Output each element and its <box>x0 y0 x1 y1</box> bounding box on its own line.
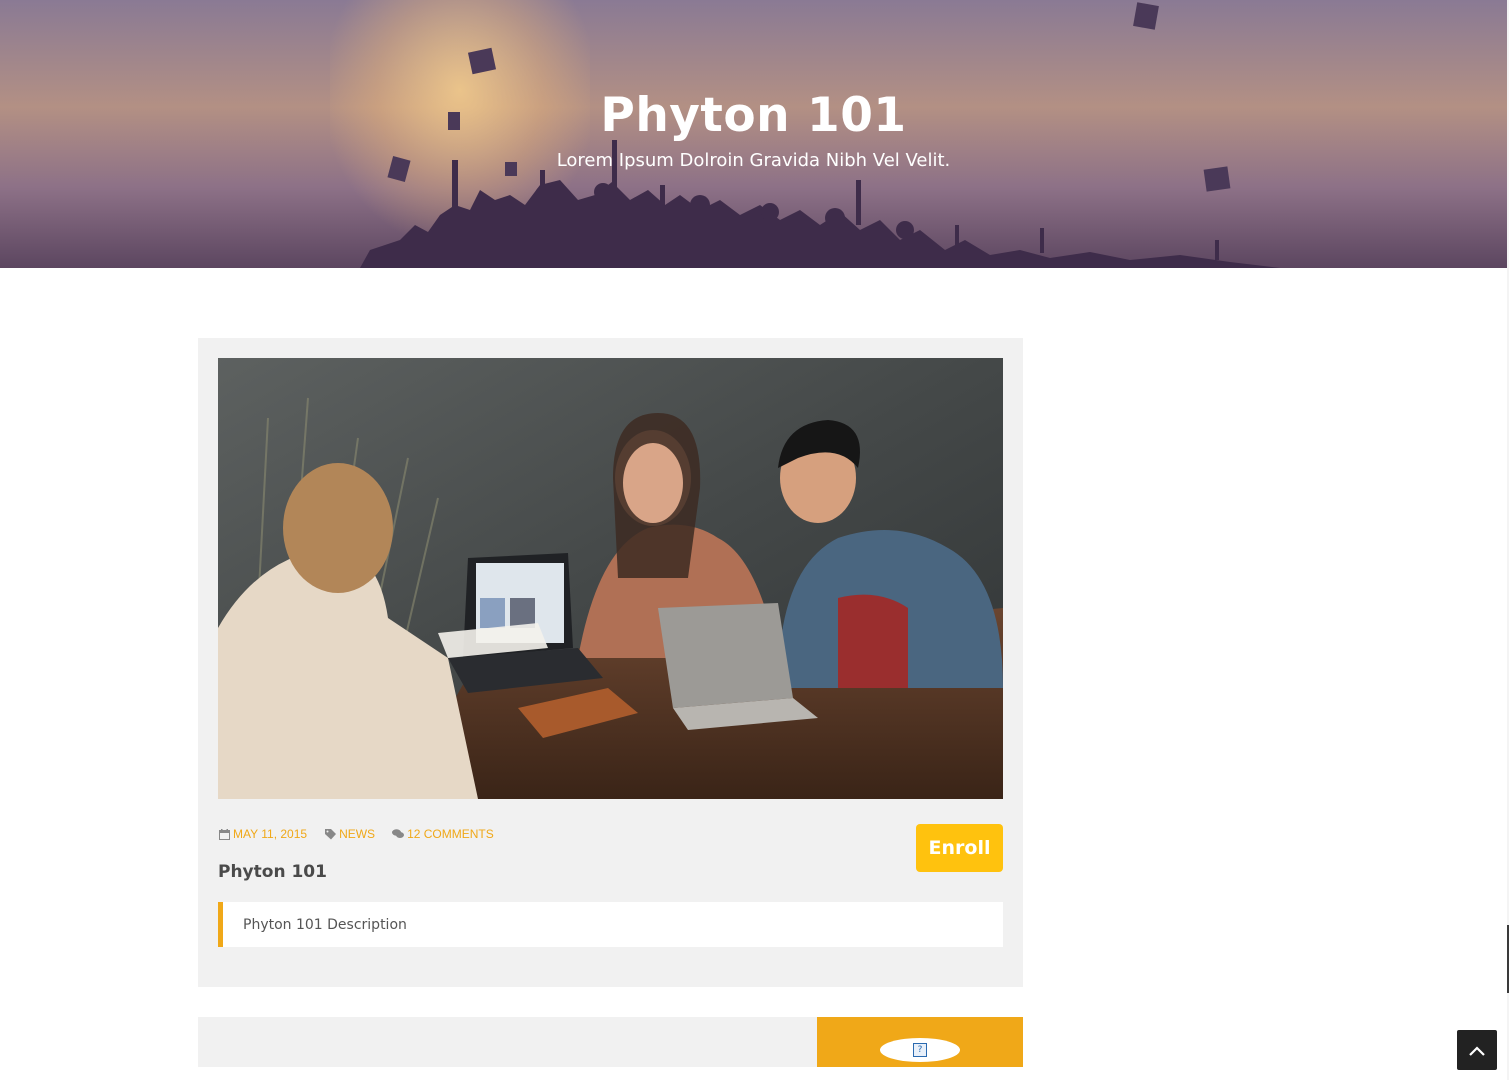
course-photo <box>218 358 1003 799</box>
bottom-image-holder: ? <box>880 1038 960 1062</box>
meta-date: MAY 11, 2015 <box>218 827 307 841</box>
hero-banner: Phyton 101 Lorem Ipsum Dolroin Gravida N… <box>0 0 1507 268</box>
enroll-button[interactable]: Enroll <box>916 824 1003 872</box>
post-description: Phyton 101 Description <box>218 902 1003 947</box>
meta-comments: 12 COMMENTS <box>392 827 494 841</box>
meta-comments-link[interactable]: 12 COMMENTS <box>407 827 494 841</box>
course-card: MAY 11, 2015 NEWS 12 COMMENTS Enroll Phy… <box>198 338 1023 987</box>
broken-image-icon: ? <box>913 1043 927 1057</box>
meta-category: NEWS <box>324 827 375 841</box>
meta-category-link[interactable]: NEWS <box>339 827 375 841</box>
bottom-accent-panel: ? <box>817 1017 1023 1067</box>
tag-icon <box>324 828 336 840</box>
bottom-section: ? <box>198 1017 1023 1067</box>
page-subtitle: Lorem Ipsum Dolroin Gravida Nibh Vel Vel… <box>556 150 951 171</box>
back-to-top-button[interactable] <box>1457 1030 1497 1070</box>
post-title[interactable]: Phyton 101 <box>218 862 327 882</box>
comments-icon <box>392 828 405 840</box>
page-title: Phyton 101 <box>600 88 907 143</box>
meta-date-link[interactable]: MAY 11, 2015 <box>233 827 307 841</box>
post-meta: MAY 11, 2015 NEWS 12 COMMENTS <box>218 826 511 842</box>
post-description-text: Phyton 101 Description <box>243 916 407 933</box>
calendar-icon <box>218 828 230 840</box>
chevron-up-icon <box>1469 1041 1485 1060</box>
